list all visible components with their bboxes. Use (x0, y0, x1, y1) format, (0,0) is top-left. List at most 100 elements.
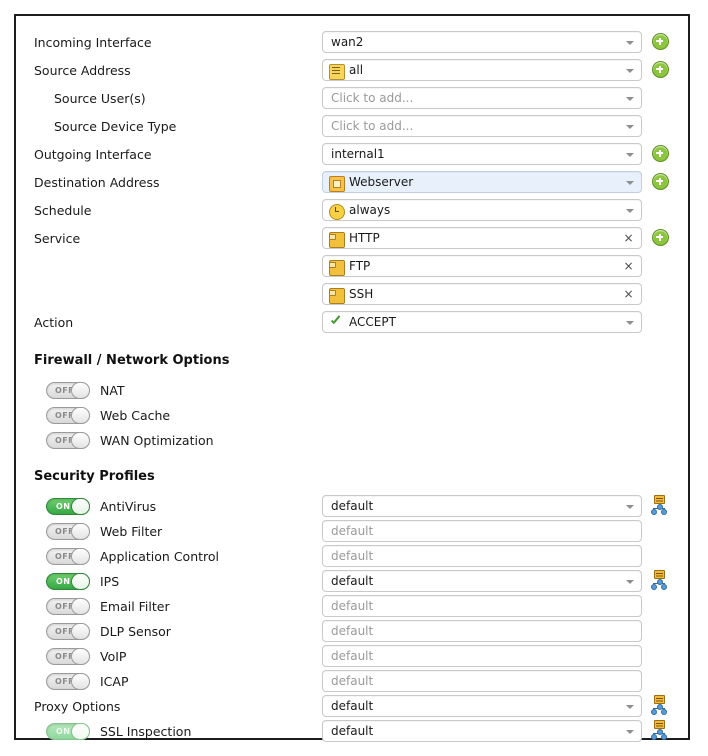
field-email-filter[interactable]: default (322, 595, 642, 617)
toggle-knob (71, 723, 90, 740)
view-profile-antivirus-icon[interactable] (650, 495, 668, 515)
toggle-knob (71, 498, 90, 515)
row-label: IPS (100, 574, 120, 589)
toggle-wan-optimization[interactable]: OFF (46, 432, 90, 449)
add-source-address-button[interactable] (652, 61, 669, 78)
remove-icon[interactable]: × (622, 231, 635, 245)
toggle-antivirus[interactable]: ON (46, 498, 90, 515)
security-profile-row-application-control: OFF Application Control default (16, 544, 688, 568)
toggle-state-label: ON (56, 727, 71, 736)
field-value: default (331, 624, 374, 638)
policy-row-schedule: Schedule always (16, 198, 688, 224)
toggle-knob (71, 548, 90, 565)
toggle-icap[interactable]: OFF (46, 673, 90, 690)
toggle-web-filter[interactable]: OFF (46, 523, 90, 540)
policy-row-destination-address: Destination Address Webserver (16, 170, 688, 196)
chevron-down-icon[interactable] (626, 97, 634, 101)
field-web-filter[interactable]: default (322, 520, 642, 542)
row-label: Web Cache (100, 408, 171, 423)
toggle-state-label: ON (56, 577, 71, 586)
row-label: Proxy Options (34, 699, 121, 714)
field-outgoing-interface[interactable]: internal1 (322, 143, 642, 165)
chevron-down-icon[interactable] (626, 41, 634, 45)
security-profile-row-icap: OFF ICAP default (16, 669, 688, 693)
toggle-state-label: ON (56, 502, 71, 511)
policy-row-ssh: SSH × (16, 282, 688, 308)
chevron-down-icon[interactable] (626, 125, 634, 129)
row-label: Web Filter (100, 524, 163, 539)
field-value: SSH (349, 287, 374, 301)
chevron-down-icon[interactable] (626, 321, 634, 325)
field-value: ACCEPT (349, 315, 396, 329)
chevron-down-icon[interactable] (626, 153, 634, 157)
field-ssl-inspection[interactable]: default (322, 720, 642, 742)
chevron-down-icon[interactable] (626, 209, 634, 213)
firewall-options-heading: Firewall / Network Options (16, 348, 688, 374)
add-incoming-interface-button[interactable] (652, 33, 669, 50)
row-label: Source User(s) (54, 91, 146, 106)
toggle-ips[interactable]: ON (46, 573, 90, 590)
field-voip[interactable]: default (322, 645, 642, 667)
security-profile-row-dlp-sensor: OFF DLP Sensor default (16, 619, 688, 643)
toggle-knob (71, 648, 90, 665)
row-label: Action (34, 315, 74, 330)
field-ssh[interactable]: SSH × (322, 283, 642, 305)
security-profile-row-web-filter: OFF Web Filter default (16, 519, 688, 543)
field-action[interactable]: ACCEPT (322, 311, 642, 333)
remove-icon[interactable]: × (622, 259, 635, 273)
view-profile-ips-icon[interactable] (650, 570, 668, 590)
toggle-nat[interactable]: OFF (46, 382, 90, 399)
field-schedule[interactable]: always (322, 199, 642, 221)
field-source-device-type[interactable]: Click to add... (322, 115, 642, 137)
group-icon (329, 176, 345, 192)
field-icap[interactable]: default (322, 670, 642, 692)
chevron-down-icon[interactable] (626, 69, 634, 73)
toggle-ssl-inspection[interactable]: ON (46, 723, 90, 740)
field-value: Click to add... (331, 91, 414, 105)
field-dlp-sensor[interactable]: default (322, 620, 642, 642)
field-value: default (331, 599, 374, 613)
security-profiles-heading: Security Profiles (16, 464, 688, 490)
row-label: Source Device Type (54, 119, 177, 134)
field-value: default (331, 499, 374, 513)
remove-icon[interactable]: × (622, 287, 635, 301)
field-antivirus[interactable]: default (322, 495, 642, 517)
chevron-down-icon[interactable] (626, 580, 634, 584)
toggle-voip[interactable]: OFF (46, 648, 90, 665)
chevron-down-icon[interactable] (626, 705, 634, 709)
add-destination-address-button[interactable] (652, 173, 669, 190)
field-value: default (331, 699, 374, 713)
field-proxy-options[interactable]: default (322, 695, 642, 717)
toggle-application-control[interactable]: OFF (46, 548, 90, 565)
toggle-dlp-sensor[interactable]: OFF (46, 623, 90, 640)
add-outgoing-interface-button[interactable] (652, 145, 669, 162)
row-label: Incoming Interface (34, 35, 152, 50)
row-label: WAN Optimization (100, 433, 214, 448)
address-icon (329, 64, 345, 80)
field-value: HTTP (349, 231, 380, 245)
field-source-address[interactable]: all (322, 59, 642, 81)
field-service[interactable]: HTTP × (322, 227, 642, 249)
view-profile-proxy-options-icon[interactable] (650, 695, 668, 715)
toggle-knob (71, 432, 90, 449)
field-incoming-interface[interactable]: wan2 (322, 31, 642, 53)
field-application-control[interactable]: default (322, 545, 642, 567)
chevron-down-icon[interactable] (626, 505, 634, 509)
row-label: ICAP (100, 674, 129, 689)
toggle-email-filter[interactable]: OFF (46, 598, 90, 615)
row-label: Outgoing Interface (34, 147, 152, 162)
toggle-web-cache[interactable]: OFF (46, 407, 90, 424)
field-destination-address[interactable]: Webserver (322, 171, 642, 193)
toggle-knob (71, 623, 90, 640)
chevron-down-icon[interactable] (626, 181, 634, 185)
view-profile-ssl-inspection-icon[interactable] (650, 720, 668, 740)
security-profile-row-voip: OFF VoIP default (16, 644, 688, 668)
field-ftp[interactable]: FTP × (322, 255, 642, 277)
toggle-knob (71, 407, 90, 424)
row-label: VoIP (100, 649, 127, 664)
field-source-user-s[interactable]: Click to add... (322, 87, 642, 109)
chevron-down-icon[interactable] (626, 730, 634, 734)
service-icon (329, 288, 345, 304)
add-service-button[interactable] (652, 229, 669, 246)
field-ips[interactable]: default (322, 570, 642, 592)
